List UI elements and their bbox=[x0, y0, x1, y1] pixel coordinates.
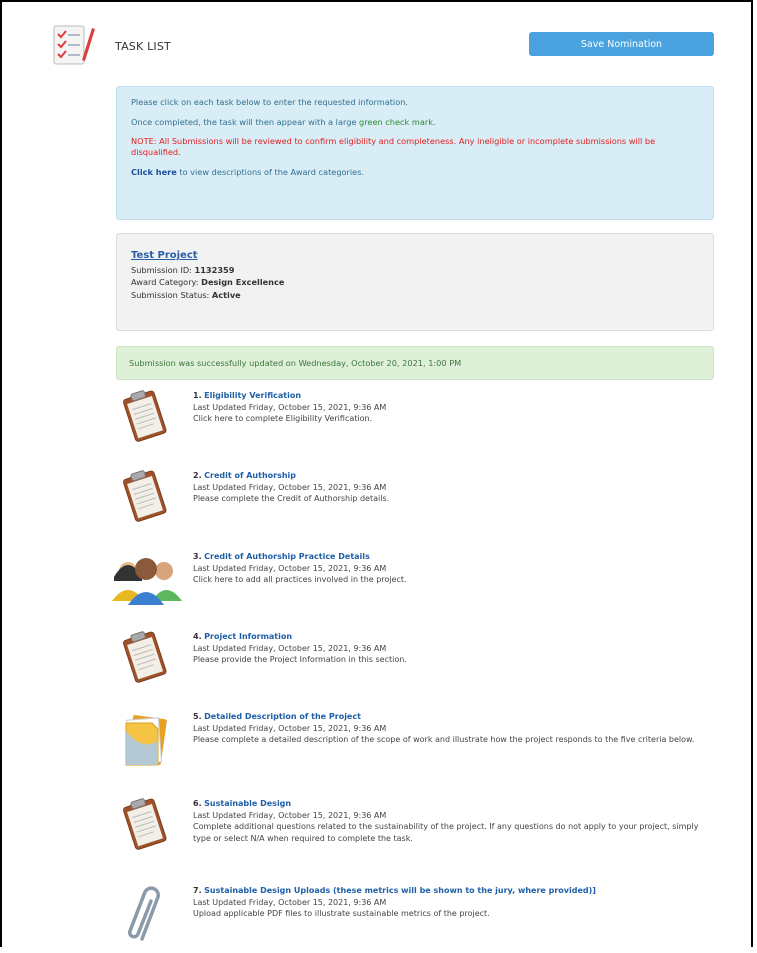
award-category: Award Category: Design Excellence bbox=[131, 276, 699, 289]
task-updated: Last Updated Friday, October 15, 2021, 9… bbox=[193, 643, 387, 653]
task-link-practice-details[interactable]: Credit of Authorship Practice Details bbox=[204, 552, 370, 561]
success-alert: Submission was successfully updated on W… bbox=[116, 346, 714, 380]
award-categories-link[interactable]: Click here bbox=[131, 167, 177, 177]
task-updated: Last Updated Friday, October 15, 2021, 9… bbox=[193, 563, 387, 573]
task-updated: Last Updated Friday, October 15, 2021, 9… bbox=[193, 723, 387, 733]
instruction-text: Once completed, the task will then appea… bbox=[131, 116, 360, 127]
task-list-icon bbox=[53, 25, 95, 65]
task-details: 6. Sustainable Design Last Updated Frida… bbox=[193, 798, 713, 844]
task-description: Upload applicable PDF files to illustrat… bbox=[193, 909, 490, 919]
task-details: 7. Sustainable Design Uploads (these met… bbox=[193, 885, 713, 920]
clipboard-icon bbox=[123, 470, 167, 522]
task-link-project-information[interactable]: Project Information bbox=[204, 632, 292, 641]
task-item[interactable]: 3. Credit of Authorship Practice Details… bbox=[108, 549, 718, 619]
task-updated: Last Updated Friday, October 15, 2021, 9… bbox=[193, 897, 387, 907]
submission-status-label: Submission Status: bbox=[131, 289, 212, 300]
clipboard-icon bbox=[123, 631, 167, 683]
task-item[interactable]: 4. Project Information Last Updated Frid… bbox=[108, 629, 718, 699]
task-number: 5. bbox=[193, 712, 202, 721]
people-icon bbox=[112, 558, 182, 605]
task-updated: Last Updated Friday, October 15, 2021, 9… bbox=[193, 482, 387, 492]
task-updated: Last Updated Friday, October 15, 2021, 9… bbox=[193, 810, 387, 820]
submission-id-value: 1132359 bbox=[194, 264, 235, 275]
task-link-sustainable-design[interactable]: Sustainable Design bbox=[204, 799, 291, 808]
instruction-line: Please click on each task below to enter… bbox=[131, 97, 408, 107]
task-number: 2. bbox=[193, 471, 202, 480]
header: TASK LIST Save Nomination bbox=[50, 22, 714, 72]
project-summary: Test Project Submission ID: 1132359 Awar… bbox=[116, 233, 714, 331]
task-link-detailed-description[interactable]: Detailed Description of the Project bbox=[204, 712, 361, 721]
save-nomination-button[interactable]: Save Nomination bbox=[529, 32, 714, 56]
task-description: Click here to complete Eligibility Verif… bbox=[193, 414, 373, 424]
task-description: Please complete the Credit of Authorship… bbox=[193, 494, 390, 504]
award-category-label: Award Category: bbox=[131, 277, 202, 288]
task-details: 1. Eligibility Verification Last Updated… bbox=[193, 390, 713, 425]
instruction-line: Once completed, the task will then appea… bbox=[131, 117, 699, 128]
task-updated: Last Updated Friday, October 15, 2021, 9… bbox=[193, 402, 387, 412]
page-title: TASK LIST bbox=[115, 40, 171, 53]
task-item[interactable]: 1. Eligibility Verification Last Updated… bbox=[108, 388, 718, 458]
task-item[interactable]: 6. Sustainable Design Last Updated Frida… bbox=[108, 796, 718, 866]
instruction-text: to view descriptions of the Award catego… bbox=[176, 166, 365, 177]
folder-icon bbox=[125, 715, 167, 766]
instruction-line: Click here to view descriptions of the A… bbox=[131, 167, 699, 178]
submission-id-label: Submission ID: bbox=[131, 264, 195, 275]
task-number: 6. bbox=[193, 799, 202, 808]
task-link-sustainable-design-uploads[interactable]: Sustainable Design Uploads (these metric… bbox=[204, 886, 596, 895]
task-details: 5. Detailed Description of the Project L… bbox=[193, 711, 713, 746]
clipboard-icon bbox=[123, 390, 167, 442]
task-number: 4. bbox=[193, 632, 202, 641]
task-number: 7. bbox=[193, 886, 202, 895]
task-description: Click here to add all practices involved… bbox=[193, 575, 407, 585]
task-link-credit-of-authorship[interactable]: Credit of Authorship bbox=[204, 471, 296, 480]
task-details: 2. Credit of Authorship Last Updated Fri… bbox=[193, 470, 713, 505]
submission-status: Submission Status: Active bbox=[131, 289, 699, 302]
instruction-text: . bbox=[432, 116, 436, 127]
task-number: 1. bbox=[193, 391, 202, 400]
task-details: 3. Credit of Authorship Practice Details… bbox=[193, 551, 713, 586]
disqualification-note: NOTE: All Submissions will be reviewed t… bbox=[131, 136, 656, 157]
task-item[interactable]: 7. Sustainable Design Uploads (these met… bbox=[108, 883, 718, 953]
task-item[interactable]: 5. Detailed Description of the Project L… bbox=[108, 709, 718, 779]
task-details: 4. Project Information Last Updated Frid… bbox=[193, 631, 713, 666]
task-number: 3. bbox=[193, 552, 202, 561]
task-description: Complete additional questions related to… bbox=[193, 822, 699, 843]
clipboard-icon bbox=[123, 798, 167, 850]
task-description: Please complete a detailed description o… bbox=[193, 735, 695, 745]
submission-status-value: Active bbox=[211, 289, 241, 300]
task-link-eligibility-verification[interactable]: Eligibility Verification bbox=[204, 391, 301, 400]
paperclip-icon bbox=[128, 886, 160, 941]
award-category-value: Design Excellence bbox=[201, 277, 285, 288]
project-name-link[interactable]: Test Project bbox=[131, 250, 198, 261]
instructions-panel: Please click on each task below to enter… bbox=[116, 86, 714, 220]
green-check-text: green check mark bbox=[359, 116, 433, 127]
submission-id: Submission ID: 1132359 bbox=[131, 264, 699, 277]
task-item[interactable]: 2. Credit of Authorship Last Updated Fri… bbox=[108, 468, 718, 538]
task-description: Please provide the Project Information i… bbox=[193, 655, 407, 665]
